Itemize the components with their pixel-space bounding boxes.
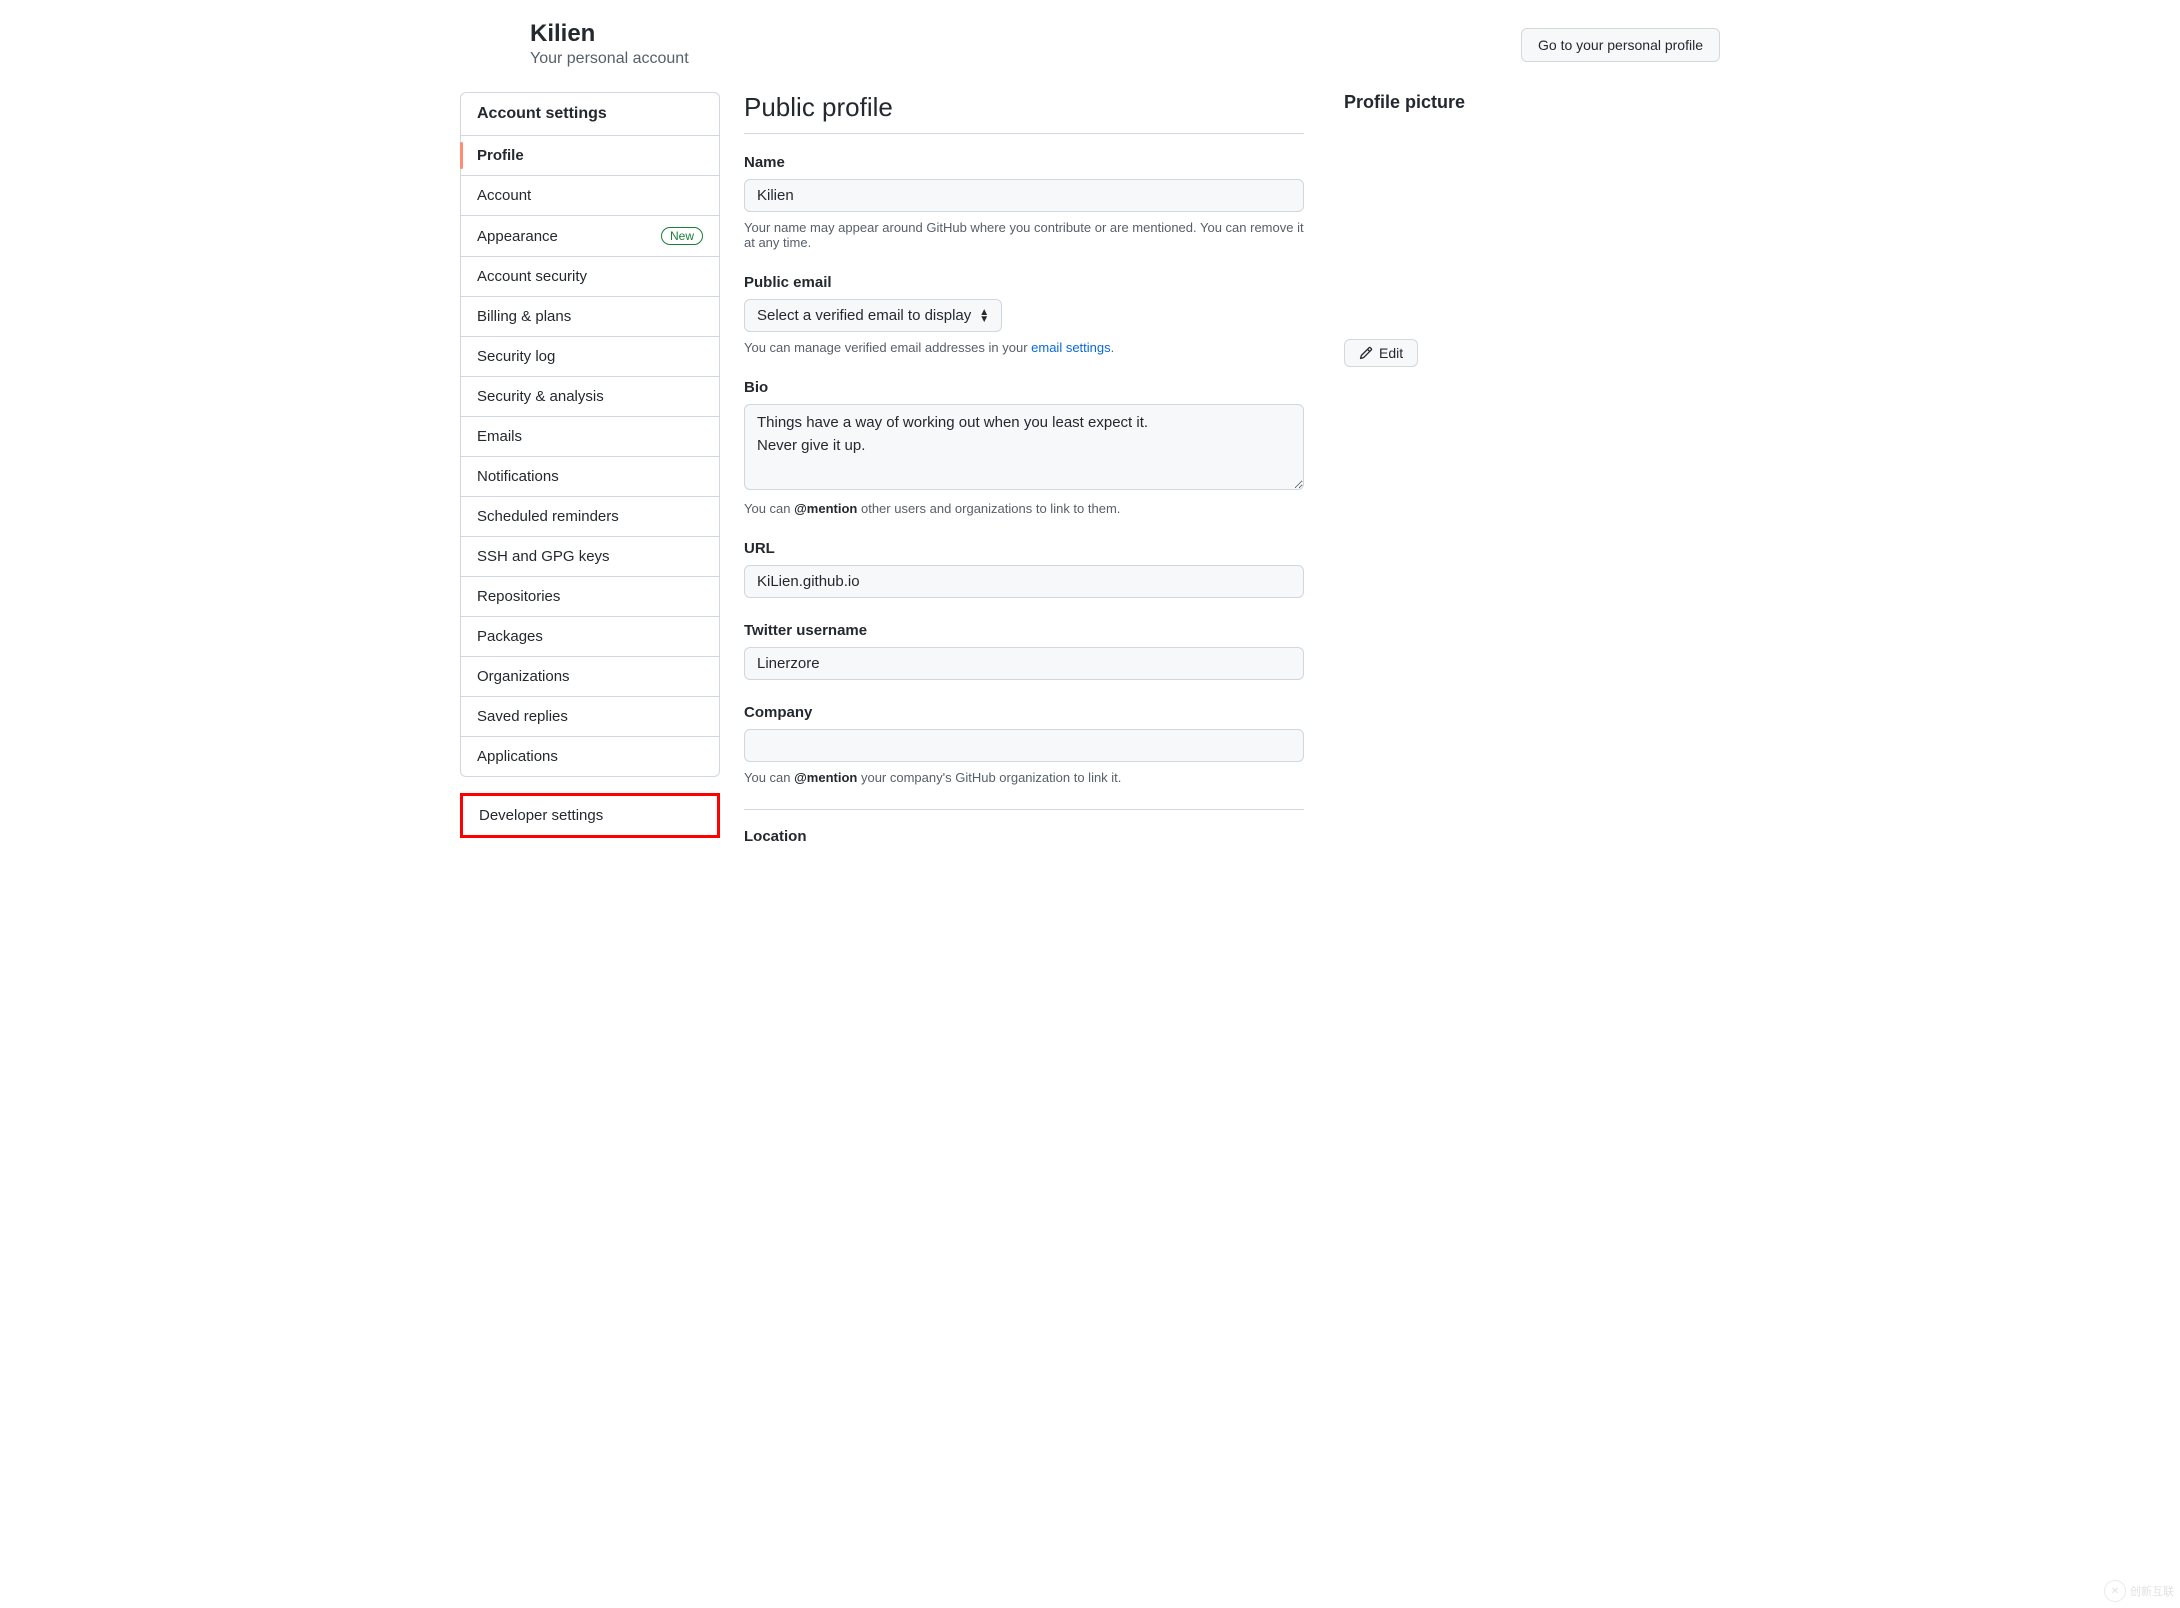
name-helper: Your name may appear around GitHub where… (744, 220, 1304, 250)
twitter-label: Twitter username (744, 622, 1304, 639)
developer-settings-menu: Developer settings (460, 793, 720, 838)
sidebar-item-notifications[interactable]: Notifications (461, 457, 719, 497)
sidebar-item-applications[interactable]: Applications (461, 737, 719, 776)
header-subtitle: Your personal account (530, 50, 689, 68)
bio-helper: You can @mention other users and organiz… (744, 501, 1304, 516)
company-label: Company (744, 704, 1304, 721)
email-settings-link[interactable]: email settings (1031, 340, 1110, 355)
sidebar-item-security-log[interactable]: Security log (461, 337, 719, 377)
sidebar-item-organizations[interactable]: Organizations (461, 657, 719, 697)
name-input[interactable] (744, 179, 1304, 212)
sidebar-item-security-analysis[interactable]: Security & analysis (461, 377, 719, 417)
goto-profile-button[interactable]: Go to your personal profile (1521, 28, 1720, 62)
sidebar-item-billing[interactable]: Billing & plans (461, 297, 719, 337)
profile-picture-title: Profile picture (1344, 92, 1465, 113)
watermark-logo-icon: ✕ (2104, 1580, 2126, 1602)
page-header: Kilien Your personal account Go to your … (460, 20, 1720, 68)
profile-form: Public profile Name Your name may appear… (744, 92, 1304, 854)
header-username: Kilien (530, 20, 689, 48)
section-divider (744, 809, 1304, 810)
public-email-select[interactable]: Select a verified email to display ▲▼ (744, 299, 1002, 332)
public-email-helper: You can manage verified email addresses … (744, 340, 1304, 355)
select-arrows-icon: ▲▼ (979, 309, 989, 323)
sidebar-item-saved-replies[interactable]: Saved replies (461, 697, 719, 737)
sidebar-item-account-security[interactable]: Account security (461, 257, 719, 297)
sidebar-item-developer-settings[interactable]: Developer settings (463, 796, 717, 835)
public-email-selected: Select a verified email to display (757, 307, 971, 324)
watermark: ✕ 创新互联 (2104, 1580, 2174, 1602)
url-input[interactable] (744, 565, 1304, 598)
url-label: URL (744, 540, 1304, 557)
title-divider (744, 133, 1304, 134)
sidebar-item-emails[interactable]: Emails (461, 417, 719, 457)
edit-picture-button[interactable]: Edit (1344, 339, 1418, 367)
sidebar: Account settings Profile Account Appeara… (460, 92, 720, 854)
company-input[interactable] (744, 729, 1304, 762)
sidebar-item-profile[interactable]: Profile (461, 136, 719, 176)
edit-picture-label: Edit (1379, 345, 1403, 361)
sidebar-item-packages[interactable]: Packages (461, 617, 719, 657)
sidebar-item-account[interactable]: Account (461, 176, 719, 216)
sidebar-item-ssh-gpg[interactable]: SSH and GPG keys (461, 537, 719, 577)
bio-label: Bio (744, 379, 1304, 396)
menu-header-account-settings: Account settings (461, 93, 719, 136)
page-title: Public profile (744, 92, 1304, 123)
pencil-icon (1359, 346, 1373, 360)
sidebar-item-scheduled-reminders[interactable]: Scheduled reminders (461, 497, 719, 537)
public-email-label: Public email (744, 274, 1304, 291)
bio-textarea[interactable]: Things have a way of working out when yo… (744, 404, 1304, 490)
sidebar-item-repositories[interactable]: Repositories (461, 577, 719, 617)
account-settings-menu: Account settings Profile Account Appeara… (460, 92, 720, 777)
new-badge: New (661, 227, 703, 245)
twitter-input[interactable] (744, 647, 1304, 680)
location-label: Location (744, 828, 1304, 845)
name-label: Name (744, 154, 1304, 171)
sidebar-item-appearance[interactable]: Appearance New (461, 216, 719, 257)
company-helper: You can @mention your company's GitHub o… (744, 770, 1304, 785)
